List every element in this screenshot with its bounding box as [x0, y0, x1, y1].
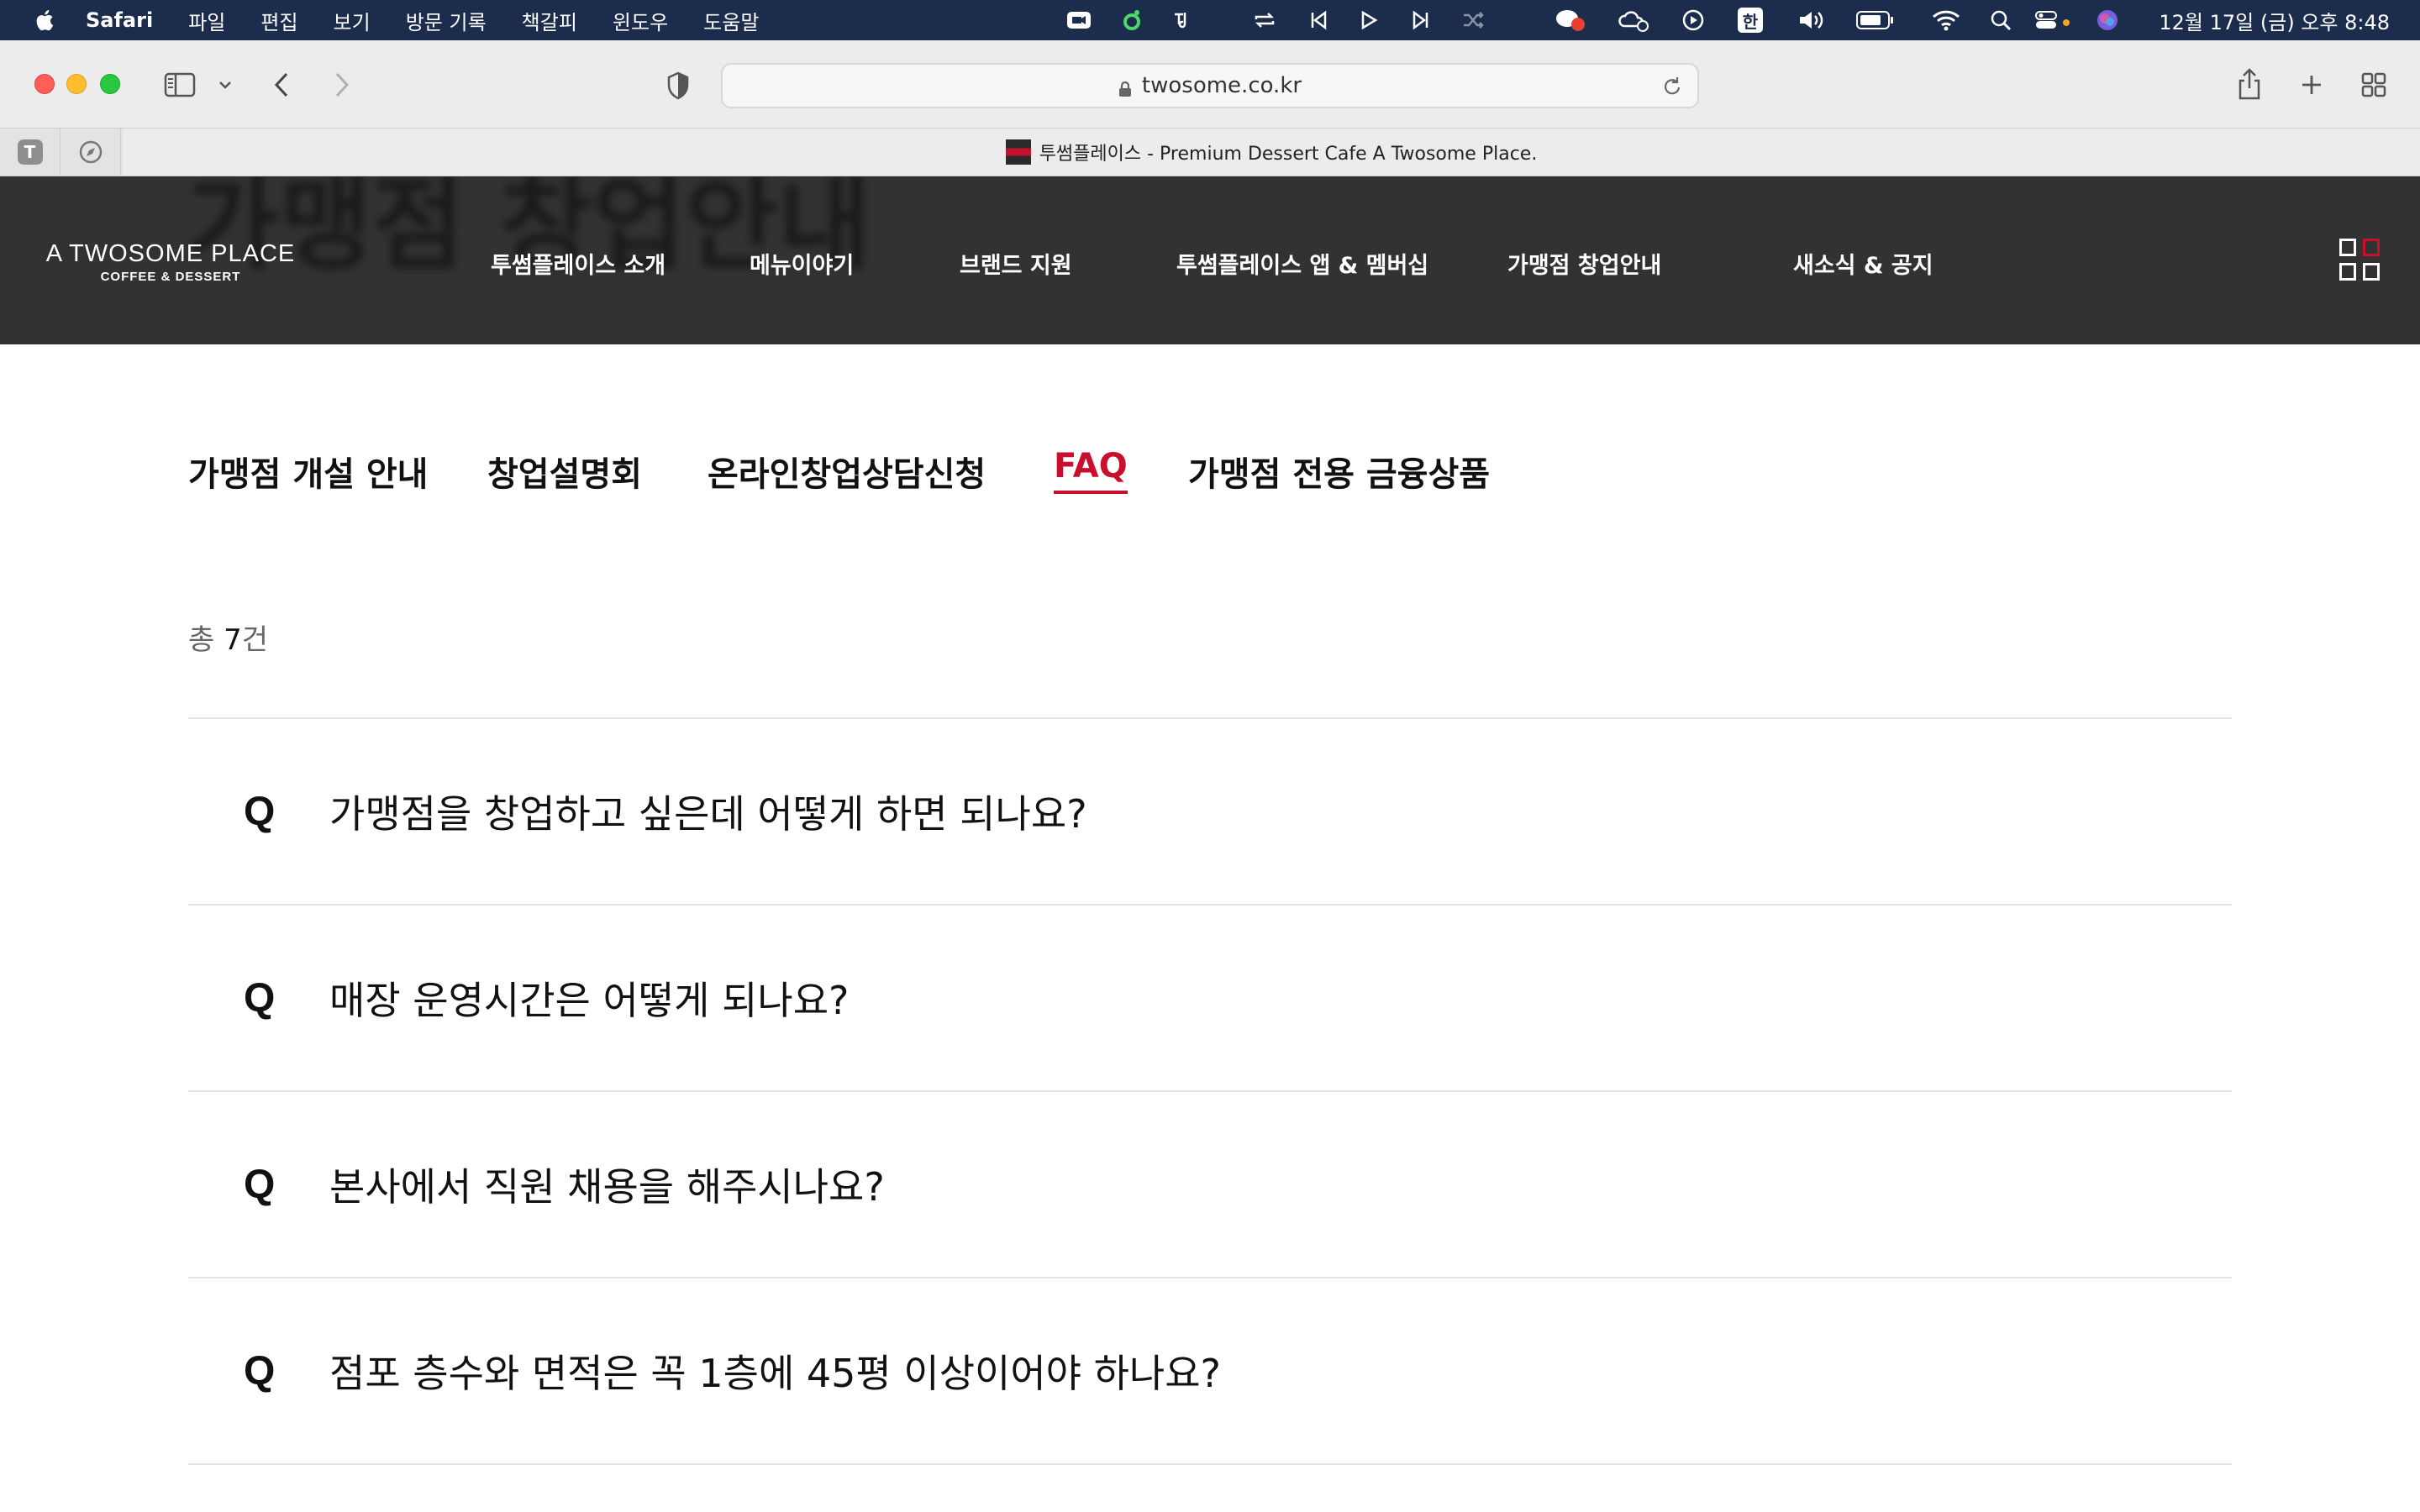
- site-logo[interactable]: A TWOSOME PLACE COFFEE & DESSERT: [40, 240, 301, 284]
- sidebar-toggle-icon[interactable]: [163, 71, 197, 99]
- grid-cell: [2339, 239, 2356, 256]
- faq-item[interactable]: Q 가맹점을 창업하고 싶은데 어떻게 하면 되나요?: [188, 717, 2232, 904]
- logo-line-2: COFFEE & DESSERT: [100, 270, 241, 284]
- new-tab-icon[interactable]: [2297, 71, 2326, 99]
- q-marker: Q: [244, 789, 276, 834]
- q-marker: Q: [244, 1348, 276, 1394]
- grid-cell: [2363, 263, 2380, 281]
- faq-total-count: 총 7건: [188, 617, 268, 658]
- active-tab-title: 투썸플레이스 - Premium Dessert Cafe A Twosome …: [1039, 144, 1538, 165]
- wifi-icon[interactable]: [1931, 0, 1961, 40]
- media-play-icon[interactable]: [1681, 0, 1706, 40]
- total-number: 7: [224, 623, 242, 657]
- subtab-online-consult[interactable]: 온라인창업상담신청: [708, 447, 986, 496]
- zoom-window-button[interactable]: [100, 74, 120, 94]
- nav-franchise[interactable]: 가맹점 창업안내: [1507, 247, 1661, 281]
- input-source-label: 한: [1738, 8, 1763, 33]
- zoom-icon[interactable]: [1065, 0, 1092, 40]
- grid-cell-accent: [2363, 239, 2380, 256]
- weather-icon[interactable]: [1617, 0, 1650, 40]
- q-marker: Q: [244, 1162, 276, 1207]
- nav-menu[interactable]: 메뉴이야기: [750, 247, 854, 281]
- nav-news[interactable]: 새소식 & 공지: [1793, 247, 1933, 281]
- faq-item[interactable]: Q 매장 운영시간은 어떻게 되나요?: [188, 904, 2232, 1090]
- all-menu-grid-icon[interactable]: [2339, 239, 2381, 281]
- menu-edit[interactable]: 편집: [260, 6, 297, 35]
- faq-question[interactable]: 매장 운영시간은 어떻게 되나요?: [329, 970, 849, 1026]
- macos-menu-bar: Safari 파일 편집 보기 방문 기록 책갈피 윈도우 도움말 한 12월 …: [0, 0, 2420, 40]
- play-icon[interactable]: [1356, 0, 1381, 40]
- pinned-tab-favicon-label: T: [17, 139, 43, 165]
- spotlight-search-icon[interactable]: [1988, 0, 2013, 40]
- faq-list: Q 가맹점을 창업하고 싶은데 어떻게 하면 되나요? Q 매장 운영시간은 어…: [188, 717, 2232, 1480]
- active-tab[interactable]: 투썸플레이스 - Premium Dessert Cafe A Twosome …: [123, 129, 2420, 176]
- shuffle-icon[interactable]: [1460, 0, 1487, 40]
- repeat-icon[interactable]: [1250, 0, 1279, 40]
- faq-item[interactable]: Q 본사에서 직원 채용을 해주시나요?: [188, 1090, 2232, 1277]
- chat-notification-icon[interactable]: [1555, 0, 1586, 40]
- tab-bar: T 투썸플레이스 - Premium Dessert Cafe A Twosom…: [0, 128, 2420, 176]
- tab-group-chevron-down-icon[interactable]: [217, 76, 234, 94]
- subtab-finance[interactable]: 가맹점 전용 금융상품: [1188, 447, 1490, 496]
- share-icon[interactable]: [2235, 66, 2264, 102]
- input-source-icon[interactable]: 한: [1736, 0, 1765, 40]
- q-marker: Q: [244, 975, 276, 1021]
- nav-app-membership[interactable]: 투썸플레이스 앱 & 멤버십: [1176, 247, 1428, 281]
- faq-list-divider: [188, 1463, 2232, 1480]
- faq-question[interactable]: 가맹점을 창업하고 싶은데 어떻게 하면 되나요?: [329, 784, 1087, 839]
- total-prefix: 총: [188, 623, 215, 657]
- messenger-status-icon[interactable]: [1119, 0, 1144, 40]
- total-suffix: 건: [241, 623, 269, 657]
- address-bar[interactable]: twosome.co.kr: [721, 63, 1699, 108]
- lock-icon: [1118, 78, 1131, 97]
- close-window-button[interactable]: [34, 74, 55, 94]
- url-text: twosome.co.kr: [1141, 73, 1302, 98]
- control-center-icon[interactable]: [2033, 0, 2072, 40]
- site-header: 가맹점 창업안내 A TWOSOME PLACE COFFEE & DESSER…: [0, 176, 2420, 344]
- previous-track-icon[interactable]: [1306, 0, 1331, 40]
- back-icon[interactable]: [267, 69, 296, 101]
- menu-file[interactable]: 파일: [188, 6, 225, 35]
- minimize-window-button[interactable]: [66, 74, 87, 94]
- reload-icon[interactable]: [1662, 76, 1682, 103]
- music-status-icon[interactable]: [1170, 0, 1195, 40]
- menu-history[interactable]: 방문 기록: [406, 6, 487, 35]
- tab-overview-icon[interactable]: [2360, 71, 2388, 99]
- compass-icon: [79, 140, 102, 164]
- menu-window[interactable]: 윈도우: [613, 6, 668, 35]
- battery-icon[interactable]: [1855, 0, 1896, 40]
- privacy-shield-icon[interactable]: [664, 71, 692, 101]
- menu-help[interactable]: 도움말: [703, 6, 759, 35]
- faq-item[interactable]: Q 점포 층수와 면적은 꼭 1층에 45평 이상이어야 하나요?: [188, 1277, 2232, 1463]
- faq-question[interactable]: 본사에서 직원 채용을 해주시나요?: [329, 1157, 885, 1212]
- grid-cell: [2339, 263, 2356, 281]
- menu-app-name[interactable]: Safari: [86, 8, 153, 32]
- menu-bar-clock[interactable]: 12월 17일 (금) 오후 8:48: [2159, 0, 2390, 40]
- siri-icon[interactable]: [2094, 0, 2121, 40]
- nav-about[interactable]: 투썸플레이스 소개: [491, 247, 666, 281]
- apple-logo-icon[interactable]: [32, 7, 55, 34]
- nav-brand-support[interactable]: 브랜드 지원: [960, 247, 1072, 281]
- twosome-favicon-icon: [1005, 139, 1031, 165]
- subtab-briefing[interactable]: 창업설명회: [487, 447, 642, 496]
- pinned-tab[interactable]: T: [0, 129, 60, 176]
- pinned-tab-compass[interactable]: [60, 129, 121, 176]
- forward-icon[interactable]: [328, 69, 356, 101]
- subtab-faq[interactable]: FAQ: [1054, 447, 1128, 494]
- faq-question[interactable]: 점포 층수와 면적은 꼭 1층에 45평 이상이어야 하나요?: [329, 1343, 1221, 1399]
- menu-view[interactable]: 보기: [334, 6, 371, 35]
- menu-bookmarks[interactable]: 책갈피: [522, 6, 577, 35]
- volume-icon[interactable]: [1797, 0, 1827, 40]
- subtab-opening-guide[interactable]: 가맹점 개설 안내: [188, 447, 428, 496]
- next-track-icon[interactable]: [1408, 0, 1434, 40]
- logo-line-1: A TWOSOME PLACE: [45, 240, 296, 267]
